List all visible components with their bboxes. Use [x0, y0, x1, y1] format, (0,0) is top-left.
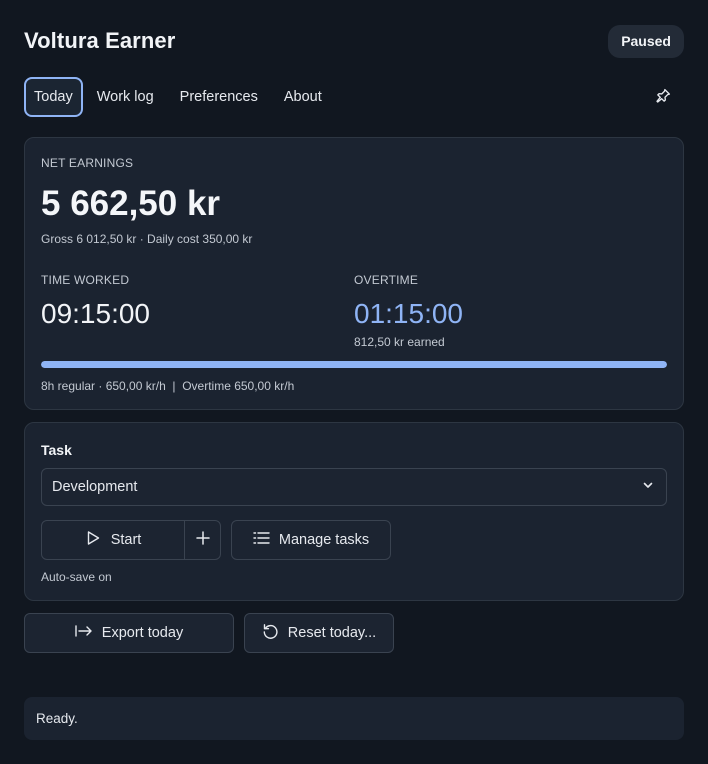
net-earnings-label: NET EARNINGS — [41, 156, 134, 170]
start-label: Start — [110, 532, 142, 548]
tab-preferences[interactable]: Preferences — [167, 77, 271, 117]
time-worked-value: 09:15:00 — [41, 298, 150, 329]
tab-about[interactable]: About — [271, 77, 335, 117]
net-earnings-value: 5 662,50 kr — [41, 184, 221, 223]
header: Voltura Earner Paused — [24, 24, 684, 58]
start-button-group: Start — [41, 520, 221, 560]
reset-icon — [262, 623, 279, 644]
tab-work-log[interactable]: Work log — [84, 77, 167, 117]
export-label: Export today — [101, 625, 184, 641]
progress-fill — [41, 361, 667, 368]
list-icon — [253, 531, 270, 549]
tab-today[interactable]: Today — [24, 77, 83, 117]
overtime-value: 01:15:00 — [354, 298, 463, 329]
reset-label: Reset today... — [287, 625, 377, 641]
play-icon — [85, 530, 101, 550]
earnings-card: NET EARNINGS 5 662,50 kr Gross 6 012,50 … — [24, 137, 684, 410]
add-task-button[interactable] — [185, 521, 220, 559]
export-today-button[interactable]: Export today — [24, 613, 234, 653]
status-badge: Paused — [608, 24, 684, 58]
task-select[interactable]: Development — [41, 468, 667, 506]
overtime-label: OVERTIME — [354, 273, 419, 287]
plus-icon — [195, 530, 210, 550]
status-bar: Ready. — [24, 697, 684, 740]
task-card: Task Development Start Manage tasks Auto… — [24, 422, 684, 601]
export-icon — [75, 624, 93, 642]
rate-summary: 8h regular · 650,00 kr/h | Overtime 650,… — [41, 379, 295, 393]
time-worked-label: TIME WORKED — [41, 273, 130, 287]
tab-bar: Today Work log Preferences About — [24, 77, 684, 117]
reset-today-button[interactable]: Reset today... — [244, 613, 394, 653]
net-earnings-breakdown: Gross 6 012,50 kr · Daily cost 350,00 kr — [41, 232, 253, 246]
app-title: Voltura Earner — [24, 28, 176, 53]
start-button[interactable]: Start — [42, 521, 185, 559]
autosave-status: Auto-save on — [41, 570, 112, 584]
overtime-earned: 812,50 kr earned — [354, 335, 445, 349]
task-select-value: Development — [52, 479, 138, 495]
manage-tasks-button[interactable]: Manage tasks — [231, 520, 391, 560]
status-message: Ready. — [36, 711, 78, 726]
task-label: Task — [41, 442, 72, 458]
manage-tasks-label: Manage tasks — [278, 532, 370, 548]
progress-bar — [41, 361, 667, 368]
chevron-down-icon — [642, 479, 654, 495]
pin-icon[interactable] — [652, 85, 674, 107]
